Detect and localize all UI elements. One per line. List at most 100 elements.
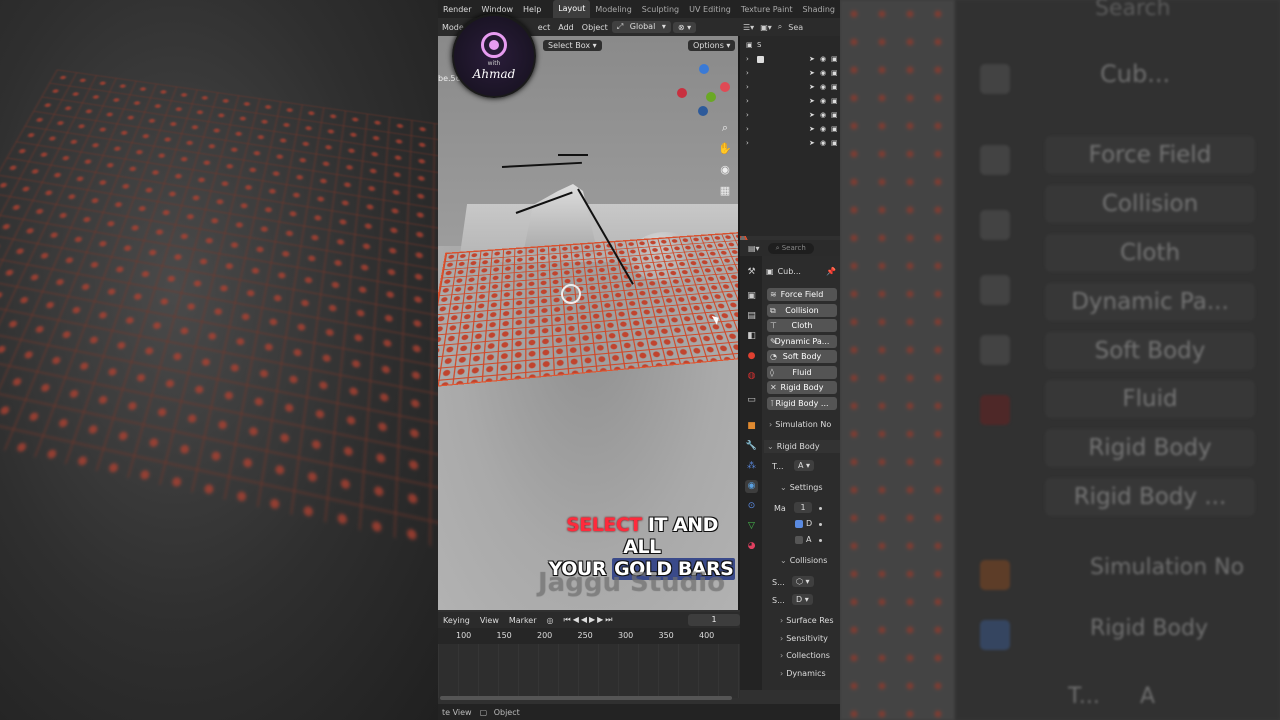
properties-editor-icon[interactable]: ▤▾ — [740, 244, 760, 253]
select-arrow-icon[interactable]: ➤ — [809, 125, 816, 133]
editor-type-icon[interactable]: ☰▾ — [740, 23, 757, 32]
tool-tab-icon[interactable]: ⚒ — [745, 266, 758, 279]
select-arrow-icon[interactable]: ➤ — [809, 83, 816, 91]
physics-tab-icon[interactable]: ◉ — [745, 480, 758, 493]
tab-uv-editing[interactable]: UV Editing — [684, 5, 736, 14]
select-arrow-icon[interactable]: ➤ — [809, 55, 816, 63]
keyframe-dot-icon[interactable] — [819, 539, 822, 542]
transform-orientation-dropdown[interactable]: ⤢ Global ▾ — [611, 21, 671, 33]
world-tab-icon[interactable]: ◍ — [745, 370, 758, 383]
playback-controls[interactable]: ⏮◀◀▶▶⏭ — [559, 615, 620, 625]
camera-icon[interactable]: ▣ — [831, 111, 838, 119]
gizmo-neg-z-axis[interactable] — [698, 106, 708, 116]
gizmo-neg-x-axis[interactable] — [677, 88, 687, 98]
menu-help[interactable]: Help — [518, 5, 546, 14]
tab-layout[interactable]: Layout — [553, 0, 591, 18]
menu-marker[interactable]: Marker — [504, 616, 542, 625]
outliner-row[interactable]: › ➤ ◉ ▣ — [746, 108, 838, 122]
source-dropdown[interactable]: D ▾ — [792, 594, 813, 605]
type-dropdown[interactable]: A ▾ — [794, 460, 815, 471]
select-arrow-icon[interactable]: ➤ — [809, 69, 816, 77]
animated-checkbox[interactable] — [795, 536, 803, 544]
eye-icon[interactable]: ◉ — [820, 139, 827, 147]
select-arrow-icon[interactable]: ➤ — [809, 111, 816, 119]
outliner-row[interactable]: › ➤ ◉ ▣ — [746, 52, 838, 66]
camera-view-icon[interactable]: ◉ — [717, 162, 733, 178]
outliner-panel[interactable]: ▣ S › ➤ ◉ ▣ › ➤ ◉ ▣ › ➤ ◉ ▣ › ➤ ◉ ▣ › ➤ ◉ ▣ › ➤ ◉ ▣ › ➤ ◉ ▣ — [740, 36, 840, 236]
menu-add[interactable]: Add — [554, 23, 578, 32]
output-tab-icon[interactable]: ▤ — [745, 310, 758, 323]
outliner-row[interactable]: › ➤ ◉ ▣ — [746, 122, 838, 136]
simulation-nodes-section[interactable]: › Simulation No — [769, 420, 831, 429]
mass-field[interactable]: 1 — [794, 502, 812, 513]
subsection-header[interactable]: › Sensitivity — [780, 634, 828, 643]
physics-button[interactable]: ✕ Rigid Body — [767, 381, 837, 394]
expand-arrow-icon[interactable]: › — [746, 55, 753, 63]
settings-section[interactable]: ⌄ Settings — [780, 483, 823, 492]
camera-icon[interactable]: ▣ — [831, 69, 838, 77]
tab-sculpting[interactable]: Sculpting — [637, 5, 684, 14]
material-tab-icon[interactable]: ◕ — [745, 540, 758, 553]
expand-arrow-icon[interactable]: › — [746, 97, 753, 105]
gizmo-x-axis[interactable] — [720, 82, 730, 92]
expand-arrow-icon[interactable]: › — [746, 69, 753, 77]
keyframe-dot-icon[interactable] — [819, 523, 822, 526]
view-layer-tab-icon[interactable]: ◧ — [745, 330, 758, 343]
eye-icon[interactable]: ◉ — [820, 69, 827, 77]
3d-viewport[interactable]: ⌕ ✋ ◉ ▦ SELECT IT AND ALL YOUR GOLD BARS… — [438, 36, 804, 610]
camera-icon[interactable]: ▣ — [831, 125, 838, 133]
expand-arrow-icon[interactable]: › — [746, 83, 753, 91]
select-box-dropdown[interactable]: Select Box ▾ — [543, 39, 602, 51]
outliner-row[interactable]: › ➤ ◉ ▣ — [746, 66, 838, 80]
physics-button[interactable]: ≋ Force Field — [767, 288, 837, 301]
expand-arrow-icon[interactable]: › — [746, 111, 753, 119]
timeline-area[interactable] — [438, 644, 740, 698]
collection-tab-icon[interactable]: ▭ — [745, 394, 758, 407]
tab-modeling[interactable]: Modeling — [590, 5, 636, 14]
render-tab-icon[interactable]: ▣ — [745, 290, 758, 303]
subsection-header[interactable]: › Collections — [780, 651, 830, 660]
physics-button[interactable]: ⊤ Cloth — [767, 319, 837, 332]
menu-window[interactable]: Window — [476, 5, 518, 14]
physics-button[interactable]: ⊺ Rigid Body ... — [767, 396, 837, 410]
outliner-search[interactable]: Sea — [785, 23, 806, 32]
exclude-checkbox[interactable] — [757, 55, 764, 63]
eye-icon[interactable]: ◉ — [820, 125, 827, 133]
rigid-body-section[interactable]: ⌄ Rigid Body — [764, 440, 840, 453]
timeline-scrollbar[interactable] — [440, 696, 732, 700]
timeline-ruler[interactable]: 100 150 200 250 300 350 400 — [438, 628, 740, 644]
outliner-row[interactable]: ▣ S — [746, 38, 838, 52]
menu-select[interactable]: ect — [534, 23, 554, 32]
properties-search[interactable]: ⌕ Search — [767, 242, 814, 254]
select-arrow-icon[interactable]: ➤ — [809, 97, 816, 105]
subsection-header[interactable]: › Surface Res — [780, 616, 834, 625]
pin-icon[interactable]: 📌 — [826, 267, 836, 276]
menu-view[interactable]: View — [475, 616, 504, 625]
auto-key-icon[interactable]: ◎ — [542, 616, 559, 625]
tab-shading[interactable]: Shading — [798, 5, 841, 14]
camera-icon[interactable]: ▣ — [831, 83, 838, 91]
options-dropdown[interactable]: Options ▾ — [688, 39, 736, 51]
camera-icon[interactable]: ▣ — [831, 55, 838, 63]
select-arrow-icon[interactable]: ➤ — [809, 139, 816, 147]
outliner-row[interactable]: › ➤ ◉ ▣ — [746, 80, 838, 94]
modifier-wrench-icon[interactable]: 🔧 — [745, 440, 758, 453]
particles-tab-icon[interactable]: ⁂ — [745, 460, 758, 473]
dynamic-checkbox[interactable] — [795, 520, 803, 528]
eye-icon[interactable]: ◉ — [820, 83, 827, 91]
outliner-row[interactable]: › ➤ ◉ ▣ — [746, 94, 838, 108]
camera-icon[interactable]: ▣ — [831, 139, 838, 147]
object-tab-icon[interactable]: ■ — [745, 420, 758, 433]
menu-render[interactable]: Render — [438, 5, 476, 14]
search-icon[interactable]: ⌕ — [775, 22, 785, 32]
physics-button[interactable]: ◔ Soft Body — [767, 350, 837, 363]
collisions-section[interactable]: ⌄ Collisions — [780, 556, 827, 565]
eye-icon[interactable]: ◉ — [820, 111, 827, 119]
shape-dropdown[interactable]: ⬡ ▾ — [792, 576, 814, 587]
zoom-icon[interactable]: ⌕ — [717, 120, 733, 136]
expand-arrow-icon[interactable]: › — [746, 139, 753, 147]
scene-tab-icon[interactable]: ● — [745, 350, 758, 363]
gizmo-z-axis[interactable] — [699, 64, 709, 74]
eye-icon[interactable]: ◉ — [820, 97, 827, 105]
outliner-row[interactable]: › ➤ ◉ ▣ — [746, 136, 838, 150]
